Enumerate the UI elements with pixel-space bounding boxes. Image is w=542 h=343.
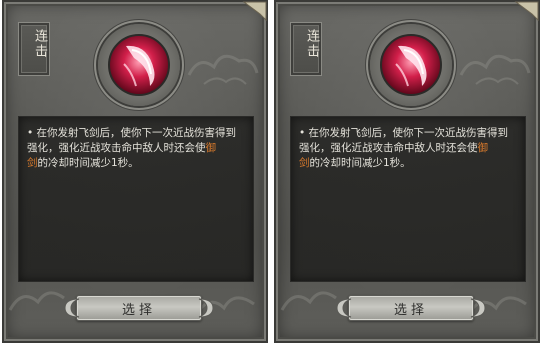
scroll-ornament-icon bbox=[198, 298, 214, 318]
select-button-label: 选择 bbox=[393, 303, 428, 318]
select-button[interactable]: 选择 bbox=[336, 295, 486, 321]
cloud-pattern-icon bbox=[187, 54, 259, 85]
select-button-label: 选择 bbox=[121, 303, 156, 318]
corner-ornament-icon bbox=[514, 1, 539, 22]
skill-description: • 在你发射飞剑后，使你下一次近战伤害得到 强化，强化近战攻击命中敌人时还会使御… bbox=[27, 127, 237, 169]
corner-ornament-icon bbox=[242, 1, 267, 22]
skill-card-right[interactable]: 连击 • 在你发射飞剑后，使你下一次近战伤害得到 强化，强化近战攻击命中敌人时还… bbox=[274, 0, 540, 343]
skill-title-tag: 连击 bbox=[18, 22, 50, 76]
keyword-highlight: 御 bbox=[205, 142, 217, 154]
cloud-pattern-icon bbox=[459, 54, 531, 85]
skill-title: 连击 bbox=[32, 29, 47, 59]
crimson-slash-skill-icon bbox=[108, 34, 170, 96]
skill-card-left[interactable]: 连击 • 在你发射飞剑后，使你下一次近战伤害得到 强化，强化近战攻击命中敌人时还… bbox=[2, 0, 268, 343]
skill-description-panel: • 在你发射飞剑后，使你下一次近战伤害得到 强化，强化近战攻击命中敌人时还会使御… bbox=[290, 116, 526, 282]
scroll-ornament-icon bbox=[470, 298, 486, 318]
skill-title: 连击 bbox=[304, 29, 319, 59]
skill-title-tag: 连击 bbox=[290, 22, 322, 76]
keyword-highlight: 剑 bbox=[299, 157, 310, 169]
skill-icon-medallion bbox=[98, 24, 180, 106]
skill-description: • 在你发射飞剑后，使你下一次近战伤害得到 强化，强化近战攻击命中敌人时还会使御… bbox=[299, 127, 509, 169]
skill-icon-medallion bbox=[370, 24, 452, 106]
crimson-slash-skill-icon bbox=[380, 34, 442, 96]
keyword-highlight: 御 bbox=[477, 142, 489, 154]
select-button[interactable]: 选择 bbox=[64, 295, 214, 321]
skill-description-panel: • 在你发射飞剑后，使你下一次近战伤害得到 强化，强化近战攻击命中敌人时还会使御… bbox=[18, 116, 254, 282]
keyword-highlight: 剑 bbox=[27, 157, 38, 169]
